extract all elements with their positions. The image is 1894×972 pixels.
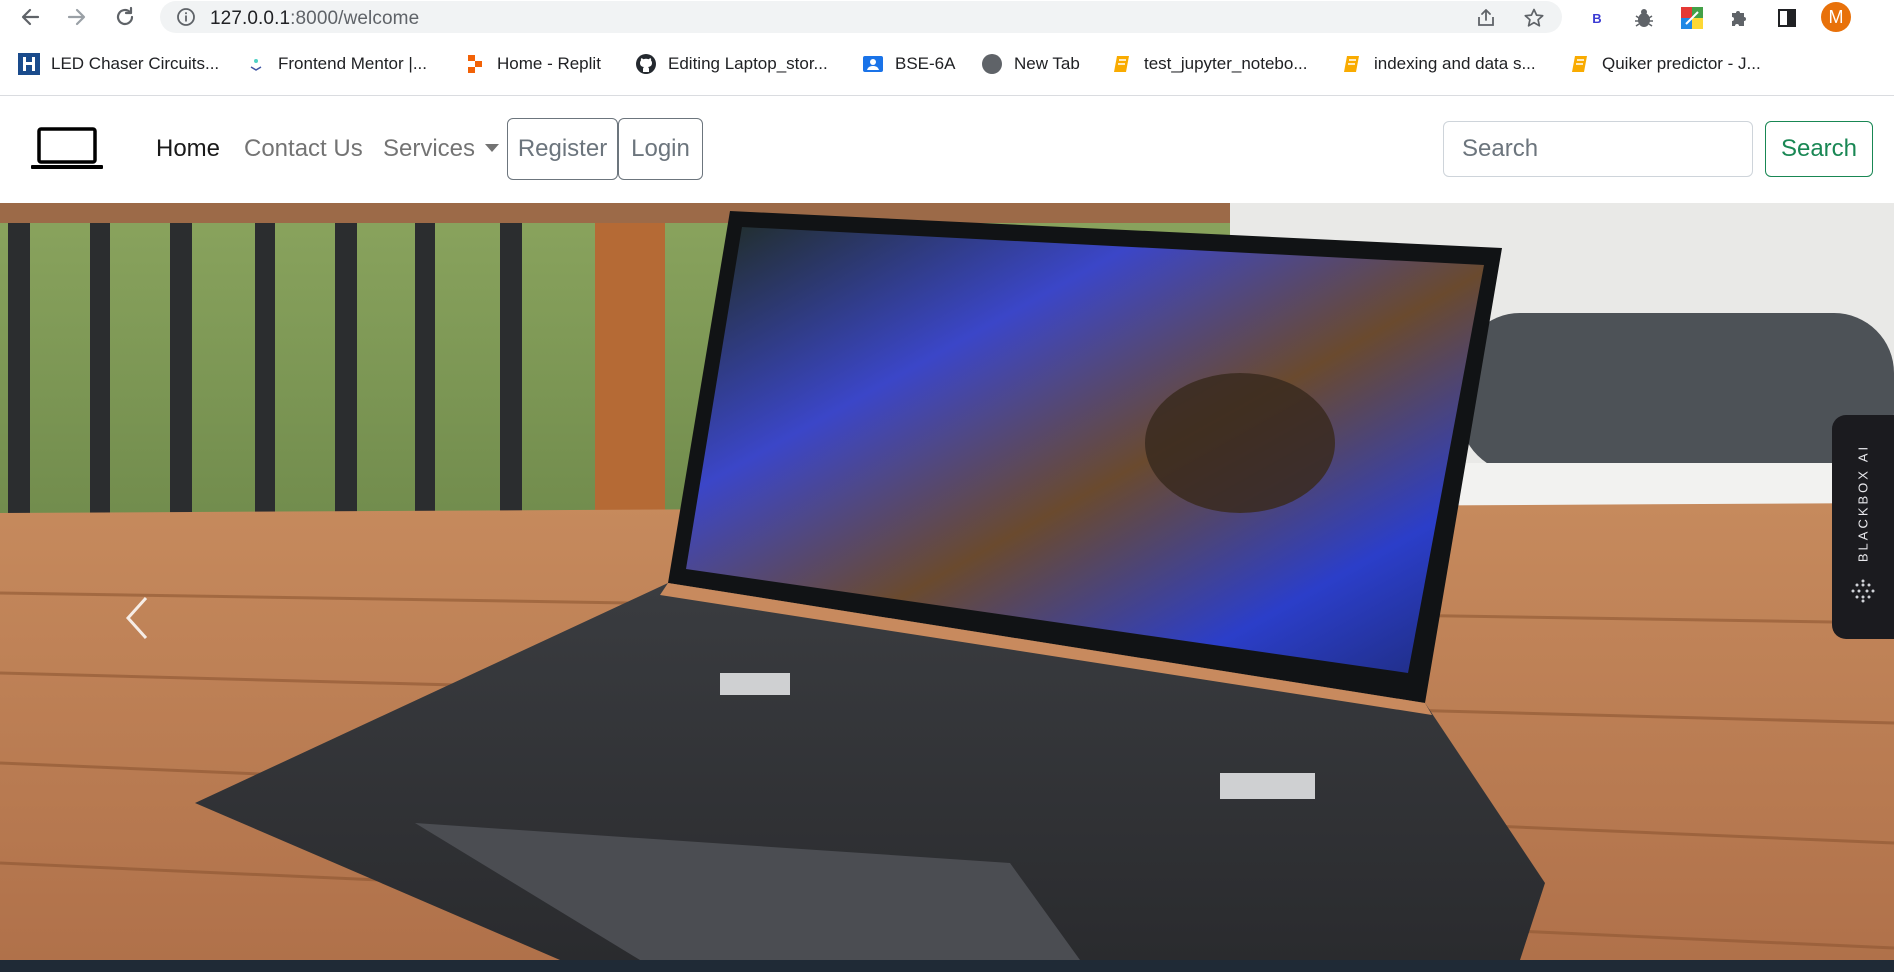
bookmark-label: Editing Laptop_stor... bbox=[668, 54, 828, 73]
hero-carousel bbox=[0, 203, 1894, 960]
color-extension-icon[interactable] bbox=[1679, 5, 1705, 31]
profile-avatar[interactable]: M bbox=[1821, 2, 1851, 32]
back-icon[interactable] bbox=[17, 4, 43, 30]
blackbox-extension-icon[interactable]: B bbox=[1584, 5, 1610, 31]
laptop-icon bbox=[31, 127, 103, 169]
bookmarks-bar: LED Chaser Circuits... Frontend Mentor |… bbox=[0, 46, 1894, 82]
site-info-icon[interactable] bbox=[176, 7, 196, 27]
frontend-mentor-favicon-icon bbox=[245, 53, 267, 75]
bookmark-replit[interactable]: Home - Replit bbox=[464, 52, 601, 76]
address-bar[interactable]: 127.0.0.1:8000/welcome bbox=[160, 1, 1562, 33]
share-icon[interactable] bbox=[1475, 7, 1497, 29]
replit-favicon-icon bbox=[464, 53, 486, 75]
bookmark-led-chaser[interactable]: LED Chaser Circuits... bbox=[18, 52, 219, 76]
reload-icon[interactable] bbox=[112, 4, 138, 30]
nav-services-dropdown[interactable]: Services bbox=[383, 135, 500, 163]
bookmark-label: Home - Replit bbox=[497, 54, 601, 73]
bookmark-test-jupyter[interactable]: test_jupyter_notebo... bbox=[1111, 52, 1308, 76]
brand-logo[interactable] bbox=[30, 126, 104, 172]
laptop-on-wooden-table-image bbox=[0, 203, 1894, 960]
bookmark-star-icon[interactable] bbox=[1523, 7, 1545, 29]
bookmark-label: New Tab bbox=[1014, 54, 1080, 73]
forward-icon[interactable] bbox=[64, 4, 90, 30]
os-taskbar bbox=[0, 960, 1894, 972]
login-button[interactable]: Login bbox=[618, 118, 703, 180]
register-button[interactable]: Register bbox=[507, 118, 618, 180]
bookmark-editing-laptop-store[interactable]: Editing Laptop_stor... bbox=[635, 52, 828, 76]
bookmark-frontend-mentor[interactable]: Frontend Mentor |... bbox=[245, 52, 427, 76]
nav-home[interactable]: Home bbox=[156, 135, 220, 163]
url-host: 127.0.0.1 bbox=[210, 8, 291, 29]
nav-services-label: Services bbox=[383, 135, 476, 162]
chevron-down-icon bbox=[485, 144, 500, 152]
url-text: 127.0.0.1:8000/welcome bbox=[210, 8, 419, 30]
nav-contact-us[interactable]: Contact Us bbox=[244, 135, 363, 163]
site-navbar: Home Contact Us Services Register Login … bbox=[0, 96, 1894, 203]
bookmark-label: test_jupyter_notebo... bbox=[1144, 54, 1308, 73]
browser-toolbar: 127.0.0.1:8000/welcome B M bbox=[0, 0, 1894, 34]
new-tab-favicon-icon bbox=[981, 53, 1003, 75]
notebook-favicon-icon bbox=[1341, 53, 1363, 75]
bookmark-label: BSE-6A bbox=[895, 54, 956, 73]
led-chaser-favicon-icon bbox=[18, 53, 40, 75]
bookmark-label: Quiker predictor - J... bbox=[1602, 54, 1761, 73]
carousel-prev-icon[interactable] bbox=[118, 588, 158, 648]
blackbox-ai-label: BLACKBOX AI bbox=[1855, 443, 1871, 563]
bookmark-bse-6a[interactable]: BSE-6A bbox=[862, 52, 955, 76]
profile-initial: M bbox=[1828, 6, 1844, 27]
search-button[interactable]: Search bbox=[1765, 121, 1873, 177]
bookmark-indexing[interactable]: indexing and data s... bbox=[1341, 52, 1536, 76]
bookmark-label: indexing and data s... bbox=[1374, 54, 1536, 73]
extension-b-label: B bbox=[1592, 10, 1602, 26]
url-path: :8000/welcome bbox=[290, 8, 420, 29]
side-panel-icon[interactable] bbox=[1774, 5, 1800, 31]
bug-extension-icon[interactable] bbox=[1631, 5, 1657, 31]
extensions-puzzle-icon[interactable] bbox=[1726, 5, 1752, 31]
blackbox-ai-widget[interactable]: BLACKBOX AI bbox=[1832, 415, 1894, 639]
bookmark-label: LED Chaser Circuits... bbox=[51, 54, 220, 73]
notebook-favicon-icon bbox=[1569, 53, 1591, 75]
blackbox-logo-icon bbox=[1849, 577, 1877, 605]
bookmark-new-tab[interactable]: New Tab bbox=[981, 52, 1080, 76]
bookmark-quiker-predictor[interactable]: Quiker predictor - J... bbox=[1569, 52, 1761, 76]
search-input[interactable]: Search bbox=[1443, 121, 1753, 177]
classroom-favicon-icon bbox=[862, 53, 884, 75]
bookmark-label: Frontend Mentor |... bbox=[278, 54, 427, 73]
notebook-favicon-icon bbox=[1111, 53, 1133, 75]
github-favicon-icon bbox=[635, 53, 657, 75]
